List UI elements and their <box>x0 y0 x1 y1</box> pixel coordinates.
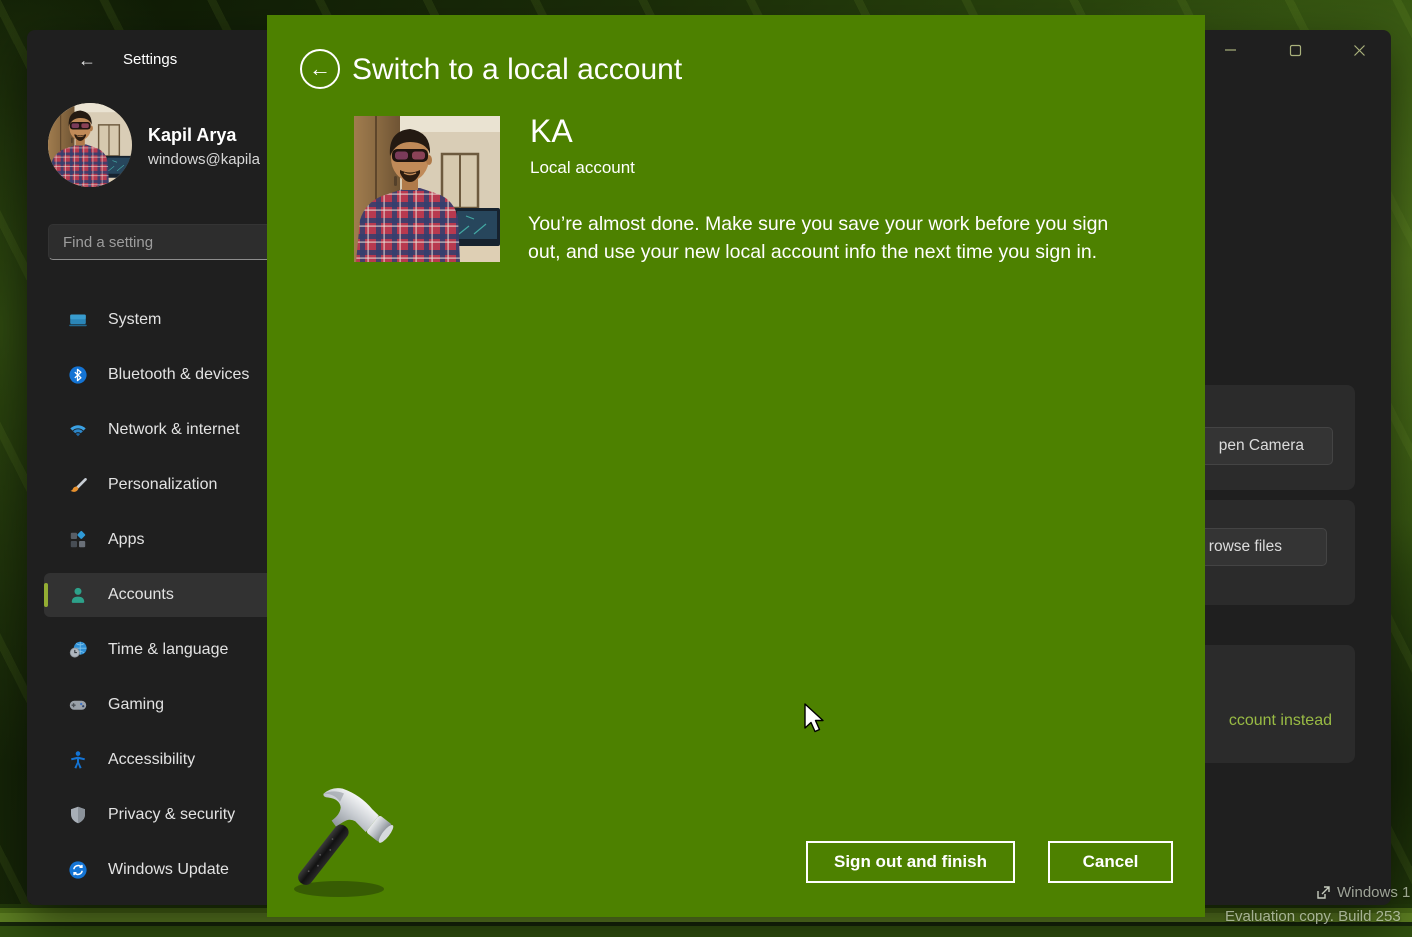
apps-icon <box>68 530 88 550</box>
avatar[interactable] <box>48 103 132 187</box>
window-controls <box>1199 30 1391 70</box>
sidebar-item-label: Windows Update <box>108 861 229 879</box>
dialog-back-arrow-icon: ← <box>309 56 331 82</box>
watermark-line2: Evaluation copy. Build 253 <box>1225 908 1401 925</box>
sidebar-item-label: Apps <box>108 531 144 549</box>
external-link-icon <box>1315 885 1331 901</box>
selection-indicator <box>44 583 48 607</box>
accessibility-icon <box>68 750 88 770</box>
window-title: Settings <box>123 51 177 68</box>
account-photo <box>354 116 500 262</box>
personalization-icon <box>68 475 88 495</box>
update-icon <box>68 860 88 880</box>
sidebar-item-label: Gaming <box>108 696 164 714</box>
time-icon <box>68 640 88 660</box>
maximize-icon <box>1289 44 1302 57</box>
mouse-cursor <box>803 703 827 735</box>
bluetooth-icon <box>68 365 88 385</box>
switch-local-account-dialog: ← Switch to a local account KA Local acc… <box>267 15 1205 917</box>
dialog-back-button[interactable]: ← <box>300 49 340 89</box>
minimize-button[interactable] <box>1199 30 1263 70</box>
account-initials: KA <box>530 111 573 151</box>
network-icon <box>68 420 88 440</box>
minimize-icon <box>1225 44 1237 56</box>
watermark-edition: Windows 1 <box>1337 884 1410 901</box>
hammer-image <box>281 783 401 903</box>
sidebar-item-label: Personalization <box>108 476 217 494</box>
gaming-icon <box>68 695 88 715</box>
sidebar-item-label: Network & internet <box>108 421 240 439</box>
accounts-icon <box>68 585 88 605</box>
close-icon <box>1353 44 1366 57</box>
watermark-line1: Windows 1 <box>1315 884 1410 901</box>
sidebar-item-label: System <box>108 311 161 329</box>
profile-section: Kapil Arya windows@kapila <box>48 103 132 187</box>
system-icon <box>68 310 88 330</box>
account-type-label: Local account <box>530 156 635 180</box>
dialog-title: Switch to a local account <box>352 51 682 89</box>
account-photo-image <box>354 116 500 262</box>
sidebar-item-label: Privacy & security <box>108 806 235 824</box>
dialog-description: You’re almost done. Make sure you save y… <box>528 211 1130 266</box>
close-button[interactable] <box>1327 30 1391 70</box>
privacy-icon <box>68 805 88 825</box>
sign-out-and-finish-button[interactable]: Sign out and finish <box>806 841 1015 883</box>
back-button[interactable]: ← <box>73 48 101 72</box>
sidebar-item-label: Accounts <box>108 586 174 604</box>
cancel-button[interactable]: Cancel <box>1048 841 1173 883</box>
maximize-button[interactable] <box>1263 30 1327 70</box>
avatar-photo <box>48 103 132 187</box>
sidebar-item-label: Bluetooth & devices <box>108 366 249 384</box>
sidebar-item-label: Time & language <box>108 641 228 659</box>
back-arrow-icon: ← <box>78 50 96 71</box>
sidebar-item-label: Accessibility <box>108 751 195 769</box>
microsoft-account-link[interactable]: ccount instead <box>1229 712 1332 730</box>
